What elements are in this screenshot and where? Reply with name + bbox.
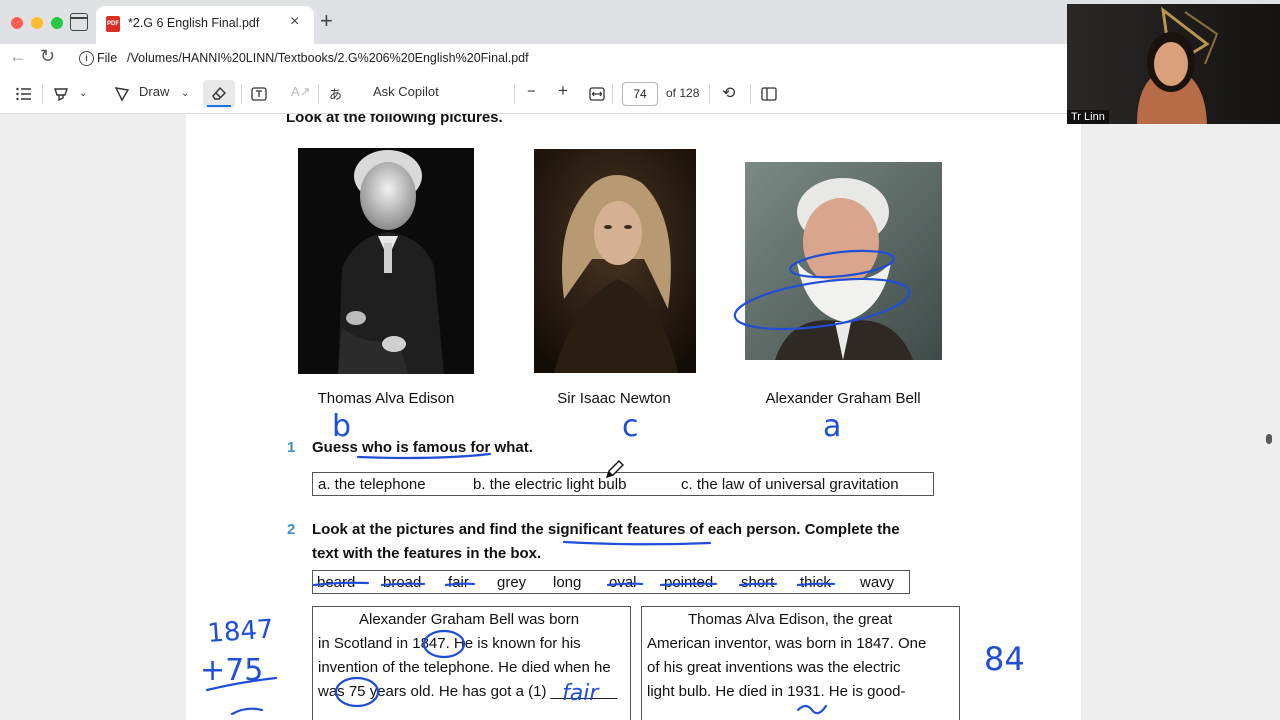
webcam-overlay: Tr Linn <box>1067 4 1280 124</box>
edison-text-box: Thomas Alva Edison, the great American i… <box>641 606 960 720</box>
word-oval: oval <box>609 574 637 591</box>
word-wavy: wavy <box>860 574 895 591</box>
back-icon[interactable]: ← <box>9 46 27 67</box>
bell-line-1: Alexander Graham Bell was born <box>359 611 580 628</box>
word-grey: grey <box>497 574 527 591</box>
eraser-button[interactable] <box>203 80 235 108</box>
tab-close-button[interactable]: × <box>290 13 299 31</box>
edison-line-4: light bulb. He died in 1931. He is good- <box>647 683 906 700</box>
pdf-icon: PDF <box>106 16 120 32</box>
answer-option-c: c. the law of universal gravitation <box>681 476 899 493</box>
bell-line-3: invention of the telephone. He died when… <box>318 659 611 676</box>
caption-bell: Alexander Graham Bell <box>765 390 921 407</box>
file-label: File <box>97 51 118 65</box>
caption-edison: Thomas Alva Edison <box>317 390 455 407</box>
text-box-icon[interactable] <box>251 86 267 102</box>
page-number-input[interactable]: 74 <box>622 82 658 106</box>
newton-photo <box>534 149 696 373</box>
page-total: of 128 <box>666 86 700 100</box>
zoom-in-button[interactable]: + <box>558 81 568 101</box>
minimize-window-button[interactable] <box>31 17 43 29</box>
edison-line-1: Thomas Alva Edison, the great <box>688 611 893 628</box>
bell-photo <box>745 162 942 360</box>
page-view-icon[interactable] <box>761 86 777 102</box>
draw-button[interactable]: Draw <box>139 84 169 99</box>
word-bank-box: beard broad fair grey long oval pointed … <box>312 570 910 594</box>
handwritten-84: 84 <box>984 640 1025 678</box>
reload-icon[interactable]: ↻ <box>40 46 55 67</box>
word-broad: broad <box>383 574 422 591</box>
edison-line-3: of his great inventions was the electric <box>647 659 901 676</box>
info-icon[interactable]: i <box>79 51 94 66</box>
word-beard: beard <box>317 574 356 591</box>
eraser-icon <box>212 86 226 100</box>
sidebar-toggle-icon[interactable] <box>70 13 88 31</box>
intro-heading: Look at the following pictures. <box>286 114 503 126</box>
read-aloud-icon: A↗ <box>291 84 311 99</box>
browser-window: PDF *2.G 6 English Final.pdf × + ← ↻ i F… <box>0 0 1280 720</box>
draw-chevron-icon[interactable]: ⌄ <box>181 88 189 99</box>
word-short: short <box>741 574 775 591</box>
word-fair: fair <box>448 574 469 591</box>
question-1-number: 1 <box>287 439 296 456</box>
question-1-text: Guess who is famous for what. <box>312 439 533 456</box>
fit-page-icon[interactable] <box>589 87 605 101</box>
ask-copilot-button[interactable]: Ask Copilot <box>373 84 439 99</box>
webcam-name-label: Tr Linn <box>1067 110 1109 124</box>
bell-text-box: Alexander Graham Bell was born in Scotla… <box>312 606 631 720</box>
scrollbar-thumb[interactable] <box>1266 434 1272 444</box>
tab-pdf[interactable]: PDF *2.G 6 English Final.pdf × <box>96 6 314 44</box>
caption-newton: Sir Isaac Newton <box>557 390 671 407</box>
pdf-page: Look at the following pictures. Thomas A… <box>186 114 1081 720</box>
edison-photo <box>298 148 474 374</box>
draw-icon[interactable] <box>114 86 130 102</box>
new-tab-button[interactable]: + <box>320 9 333 33</box>
bell-line-4: was 75 years old. He has got a (1) _____… <box>318 683 618 700</box>
tab-title: *2.G 6 English Final.pdf <box>128 16 260 30</box>
word-thick: thick <box>800 574 831 591</box>
question-2-number: 2 <box>287 521 296 538</box>
question-2-line2: text with the features in the box. <box>312 545 542 562</box>
handwritten-a: a <box>823 409 841 444</box>
pen-cursor-icon <box>605 460 624 479</box>
word-pointed: pointed <box>664 574 714 591</box>
translate-icon[interactable]: あ <box>329 84 342 103</box>
maximize-window-button[interactable] <box>51 17 63 29</box>
rotate-icon[interactable]: ⟲ <box>722 83 735 103</box>
handwritten-c: c <box>622 409 639 444</box>
question-2-line1: Look at the pictures and find the signif… <box>312 521 900 538</box>
word-long: long <box>553 574 582 591</box>
contents-icon[interactable] <box>16 87 32 101</box>
highlight-chevron-icon[interactable]: ⌄ <box>79 88 87 99</box>
url-field[interactable]: /Volumes/HANNI%20LINN/Textbooks/2.G%206%… <box>127 51 529 65</box>
close-window-button[interactable] <box>11 17 23 29</box>
bell-line-2: in Scotland in 1847. He is known for his <box>318 635 581 652</box>
zoom-out-button[interactable]: − <box>527 83 536 100</box>
edison-line-2: American inventor, was born in 1847. One <box>647 635 927 652</box>
answer-option-a: a. the telephone <box>318 476 426 493</box>
highlight-icon[interactable] <box>53 86 69 102</box>
pdf-viewport[interactable]: Look at the following pictures. Thomas A… <box>0 114 1280 720</box>
